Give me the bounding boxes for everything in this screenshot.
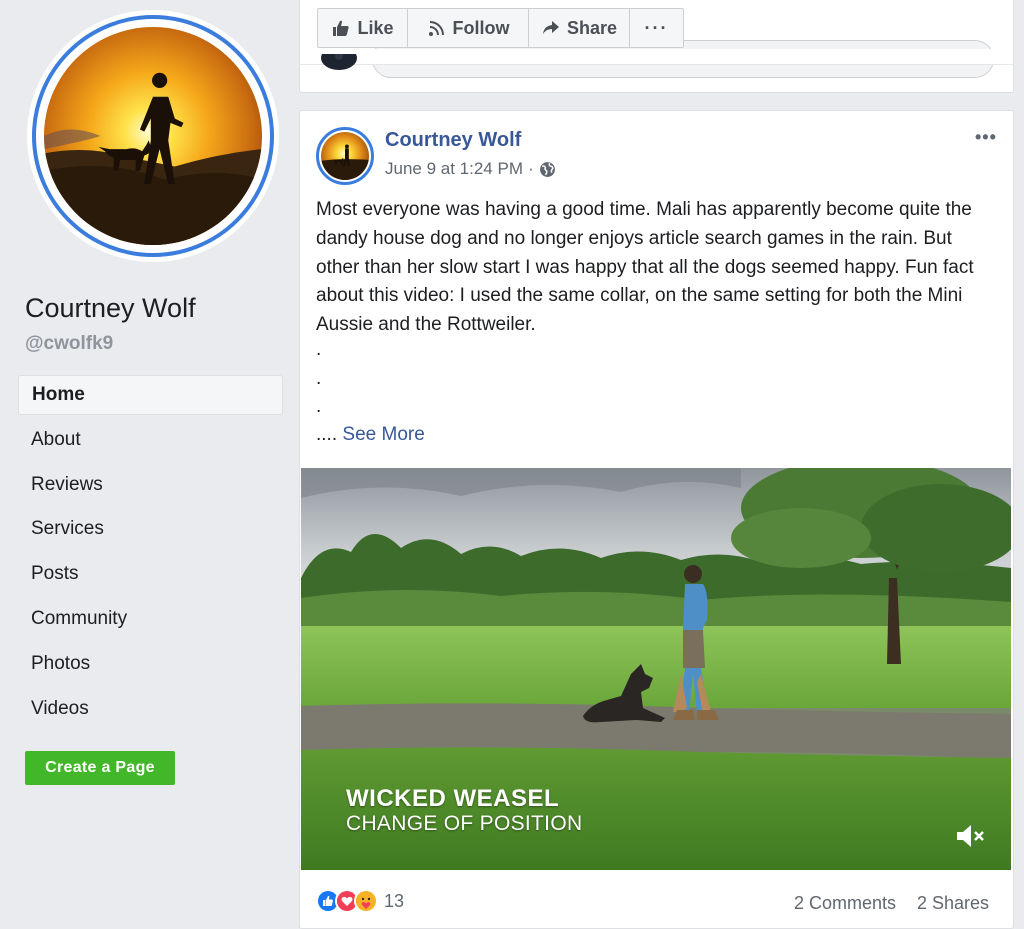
comments-count-link[interactable]: 2 Comments bbox=[794, 893, 896, 914]
post-meta: June 9 at 1:24 PM · bbox=[385, 159, 556, 179]
care-icon bbox=[354, 889, 378, 913]
card-cover bbox=[300, 49, 1013, 64]
page-nav: Home About Reviews Services Posts Commun… bbox=[18, 375, 283, 733]
share-button[interactable]: Share bbox=[528, 8, 630, 48]
reaction-count: 13 bbox=[384, 890, 405, 911]
share-arrow-icon bbox=[541, 18, 561, 38]
like-button[interactable]: Like bbox=[317, 8, 408, 48]
post-text-dot: . bbox=[316, 396, 322, 417]
globe-icon[interactable] bbox=[539, 161, 556, 178]
post-body-text: Most everyone was having a good time. Ma… bbox=[316, 199, 974, 336]
nav-item-reviews[interactable]: Reviews bbox=[18, 465, 283, 505]
follow-button[interactable]: Follow bbox=[407, 8, 529, 48]
video-title: WICKED WEASEL bbox=[346, 785, 560, 812]
create-page-button[interactable]: Create a Page bbox=[25, 751, 175, 785]
divider bbox=[300, 64, 1013, 65]
post-options-icon[interactable]: ••• bbox=[975, 127, 997, 148]
see-more-row: .... See More bbox=[316, 424, 425, 446]
viewer-avatar bbox=[320, 54, 358, 76]
nav-item-services[interactable]: Services bbox=[18, 509, 283, 549]
post-text-dot: . bbox=[316, 339, 322, 360]
shares-count-link[interactable]: 2 Shares bbox=[917, 893, 989, 914]
nav-item-photos[interactable]: Photos bbox=[18, 644, 283, 684]
rss-icon bbox=[427, 18, 447, 38]
nav-item-videos[interactable]: Videos bbox=[18, 689, 283, 729]
page-action-bar: Like Follow Share ··· bbox=[317, 8, 684, 48]
reactions-summary[interactable]: 13 bbox=[316, 889, 404, 913]
page-handle[interactable]: @cwolfk9 bbox=[25, 333, 113, 355]
post-text-dot: . bbox=[316, 368, 322, 389]
muted-speaker-icon[interactable] bbox=[953, 821, 987, 851]
see-more-link[interactable]: See More bbox=[342, 424, 424, 445]
video-player[interactable]: WICKED WEASEL CHANGE OF POSITION bbox=[301, 468, 1011, 870]
share-label: Share bbox=[566, 17, 618, 38]
profile-picture[interactable] bbox=[27, 10, 279, 262]
post-author-name[interactable]: Courtney Wolf bbox=[385, 129, 521, 152]
meta-separator: · bbox=[527, 159, 534, 178]
nav-item-home[interactable]: Home bbox=[18, 375, 283, 415]
video-subtitle: CHANGE OF POSITION bbox=[346, 812, 583, 835]
nav-item-community[interactable]: Community bbox=[18, 599, 283, 639]
like-label: Like bbox=[357, 17, 394, 38]
post-author-avatar[interactable] bbox=[316, 127, 374, 185]
more-options-button[interactable]: ··· bbox=[629, 8, 684, 48]
follow-label: Follow bbox=[452, 17, 510, 38]
thumbs-up-icon bbox=[331, 18, 351, 38]
nav-item-about[interactable]: About bbox=[18, 420, 283, 460]
post-timestamp[interactable]: June 9 at 1:24 PM bbox=[385, 159, 523, 179]
profile-photo bbox=[44, 27, 262, 245]
page-name[interactable]: Courtney Wolf bbox=[25, 293, 196, 324]
nav-item-posts[interactable]: Posts bbox=[18, 554, 283, 594]
ellipsis: .... bbox=[316, 424, 338, 445]
